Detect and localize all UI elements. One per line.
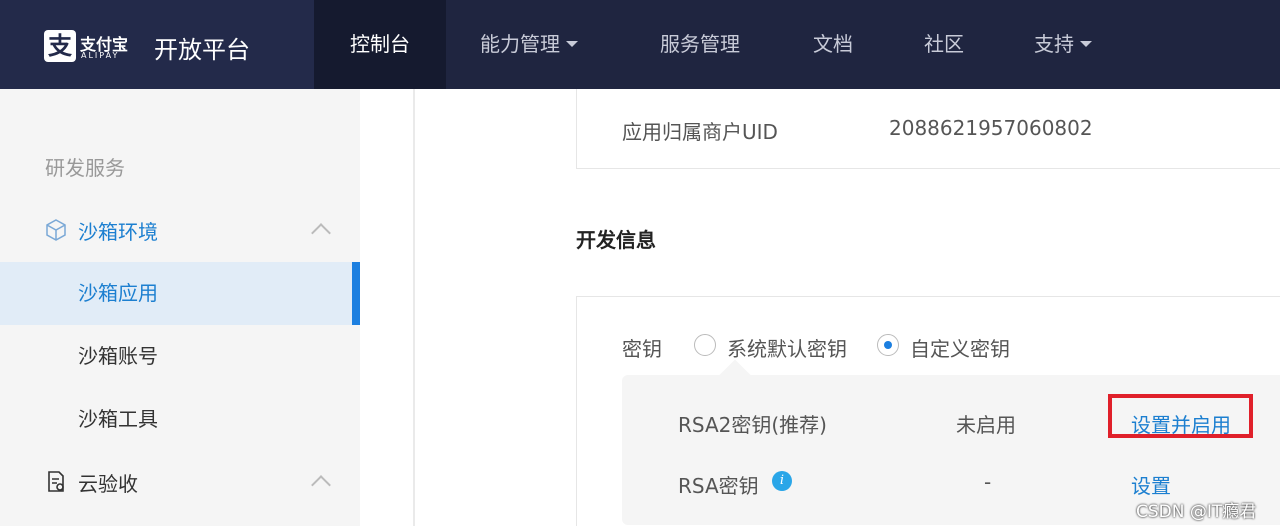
caret-down-icon	[1080, 40, 1092, 47]
info-icon[interactable]: i	[772, 471, 792, 491]
sidebar-item-sandbox-account[interactable]: 沙箱账号	[0, 325, 360, 388]
radio-custom-key-label[interactable]: 自定义密钥	[910, 333, 1010, 362]
sidebar-group-cloud-acceptance[interactable]: 云验收	[0, 458, 360, 508]
nav-community-label: 社区	[924, 32, 964, 56]
sidebar-group-cloud-label: 云验收	[78, 472, 138, 496]
highlight-box	[1108, 394, 1253, 438]
rsa2-key-name: RSA2密钥(推荐)	[678, 413, 827, 437]
radio-default-key-label[interactable]: 系统默认密钥	[727, 333, 847, 362]
dev-info-title: 开发信息	[576, 228, 656, 252]
top-navigation-bar: 支 支付宝 ALIPAY 开放平台 控制台 能力管理 服务管理 文档 社区 支持	[0, 0, 1280, 89]
radio-default-key[interactable]	[694, 334, 716, 356]
merchant-uid-label: 应用归属商户UID	[622, 120, 778, 144]
cube-icon	[46, 219, 66, 241]
content-divider	[413, 89, 415, 526]
logo-text-en: ALIPAY	[81, 51, 120, 60]
sidebar-group-sandbox[interactable]: 沙箱环境	[0, 206, 360, 256]
watermark-text: CSDN @IT瘾君	[1136, 502, 1257, 522]
nav-capability-label: 能力管理	[480, 32, 560, 56]
nav-service-label: 服务管理	[660, 32, 740, 56]
sidebar-section-title: 研发服务	[45, 156, 125, 180]
sidebar-item-sandbox-tools[interactable]: 沙箱工具	[0, 388, 360, 451]
rsa-set-link[interactable]: 设置	[1131, 470, 1171, 499]
nav-support-label: 支持	[1034, 32, 1074, 56]
brand-area[interactable]: 支 支付宝 ALIPAY 开放平台	[0, 0, 314, 89]
rsa2-key-status: 未启用	[956, 413, 1016, 437]
sidebar-group-sandbox-label: 沙箱环境	[78, 220, 158, 244]
nav-docs[interactable]: 文档	[813, 0, 853, 89]
rsa-key-name: RSA密钥	[678, 474, 759, 498]
sidebar-item-label: 沙箱应用	[78, 281, 158, 305]
chevron-up-icon	[311, 223, 331, 243]
chevron-up-icon	[311, 475, 331, 495]
nav-capability-management[interactable]: 能力管理	[480, 0, 578, 89]
nav-service-management[interactable]: 服务管理	[660, 0, 740, 89]
rsa-key-status: -	[984, 470, 992, 494]
document-check-icon	[48, 471, 64, 492]
sidebar-item-sandbox-app[interactable]: 沙箱应用	[0, 262, 360, 325]
nav-console-label: 控制台	[350, 32, 410, 56]
key-type-label: 密钥	[622, 337, 662, 361]
platform-title: 开放平台	[154, 36, 250, 64]
nav-docs-label: 文档	[813, 32, 853, 56]
nav-support[interactable]: 支持	[1034, 0, 1092, 89]
nav-community[interactable]: 社区	[924, 0, 964, 89]
caret-down-icon	[566, 40, 578, 47]
alipay-logo-icon: 支	[44, 30, 76, 62]
merchant-uid-value: 2088621957060802	[889, 116, 1093, 140]
radio-custom-key[interactable]	[877, 334, 899, 356]
sidebar-item-label: 沙箱账号	[78, 344, 158, 368]
nav-console[interactable]: 控制台	[314, 0, 446, 89]
sidebar-item-label: 沙箱工具	[78, 407, 158, 431]
